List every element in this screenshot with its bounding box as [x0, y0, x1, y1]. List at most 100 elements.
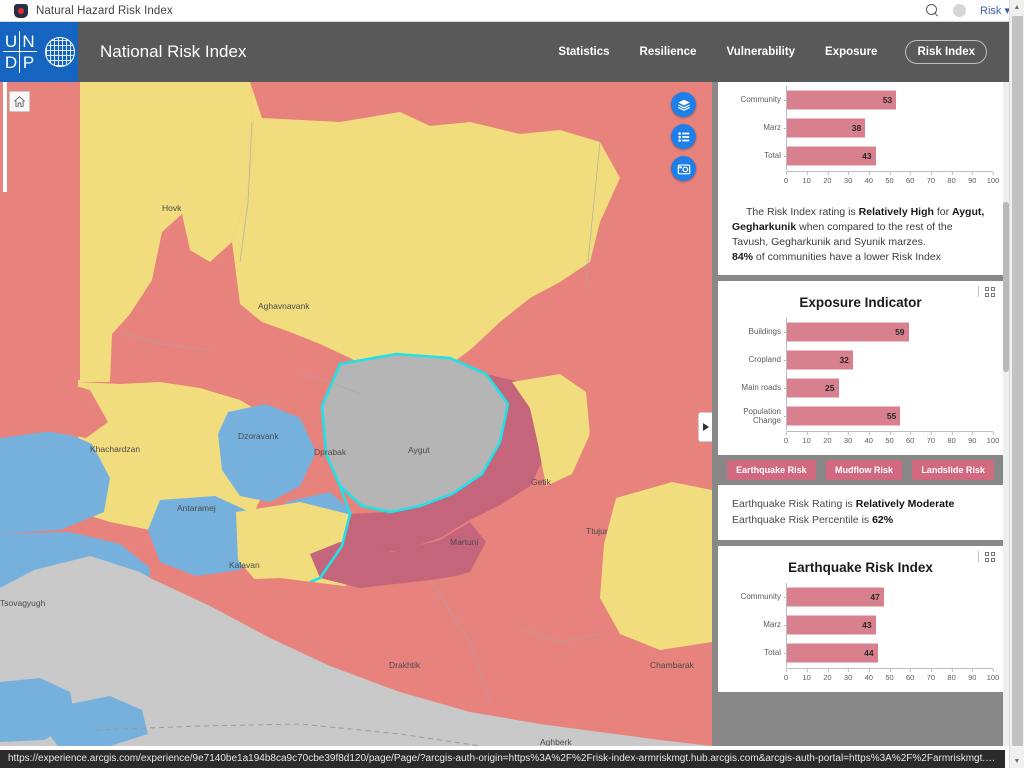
search-icon[interactable] — [926, 4, 939, 17]
axis-tick-label: 60 — [906, 432, 914, 445]
nav-item-statistics[interactable]: Statistics — [556, 41, 611, 63]
earthquake-chart-title: Earthquake Risk Index — [718, 546, 1003, 579]
bar-category-label: Community — [728, 95, 786, 105]
bar-fill[interactable] — [787, 588, 884, 607]
axis-tick-label: 40 — [865, 432, 873, 445]
legend-icon[interactable] — [671, 124, 696, 149]
map-edge-strip — [3, 82, 7, 192]
axis-tick-label: 20 — [823, 669, 831, 682]
axis-tick-label: 50 — [885, 432, 893, 445]
expand-grid-icon[interactable] — [985, 552, 995, 562]
bar-row: Main roads25 — [728, 374, 993, 402]
risk-index-narrative: The Risk Index rating is Relatively High… — [718, 193, 1003, 275]
nav-item-exposure[interactable]: Exposure — [823, 41, 879, 63]
risk-summary-line-1: Earthquake Risk Rating is Relatively Mod… — [732, 496, 989, 512]
bar-value-label: 38 — [852, 123, 865, 133]
axis-tick-label: 80 — [947, 432, 955, 445]
bar-value-label: 47 — [870, 592, 883, 602]
bar-value-label: 59 — [895, 327, 908, 337]
axis-tick-label: 10 — [803, 669, 811, 682]
axis-tick-label: 10 — [803, 172, 811, 185]
scroll-down-icon[interactable]: ▼ — [1010, 754, 1024, 768]
axis-tick-label: 70 — [927, 432, 935, 445]
tool-divider — [978, 286, 979, 297]
axis-tick-label: 90 — [968, 432, 976, 445]
bar-category-label: Total — [728, 648, 786, 658]
axis-tick-label: 100 — [987, 172, 1000, 185]
risk-index-chart-card: Community53Marz38Total43 010203040506070… — [718, 82, 1003, 193]
bar-track: 55 — [786, 402, 993, 430]
exposure-indicator-chart: Buildings59Cropland32Main roads25Populat… — [718, 314, 1003, 449]
narrative-line-1: The Risk Index rating is Relatively High… — [732, 205, 989, 250]
bar-category-label: Main roads — [728, 383, 786, 393]
axis-tick-label: 50 — [885, 669, 893, 682]
bar-track: 44 — [786, 639, 993, 667]
profile-menu[interactable]: Risk ▾ — [980, 4, 1010, 17]
landslide-risk-button[interactable]: Landslide Risk — [912, 460, 994, 480]
basemap-icon[interactable] — [671, 156, 696, 181]
page-scrollbar[interactable]: ▲ ▼ — [1009, 0, 1024, 768]
axis-tick-label: 30 — [844, 669, 852, 682]
bar-row: Marz38 — [728, 114, 993, 142]
axis-tick-label: 20 — [823, 172, 831, 185]
bar-category-label: Community — [728, 592, 786, 602]
earthquake-bars: Community47Marz43Total44 — [728, 583, 993, 667]
home-icon[interactable] — [9, 91, 30, 112]
earthquake-risk-button[interactable]: Earthquake Risk — [727, 460, 816, 480]
narrative-rating: Relatively High — [859, 206, 934, 218]
bar-fill[interactable] — [787, 323, 909, 342]
scrollbar-thumb[interactable] — [1012, 16, 1023, 746]
bar-value-label: 32 — [839, 355, 852, 365]
scroll-up-icon[interactable]: ▲ — [1010, 0, 1024, 14]
bar-category-label: Total — [728, 151, 786, 161]
logo-letter-u: U — [3, 31, 20, 52]
risk-percentile-value: 62% — [872, 514, 893, 526]
nav-item-risk-index[interactable]: Risk Index — [905, 40, 987, 64]
bar-track: 38 — [786, 114, 993, 142]
bar-row: Community53 — [728, 86, 993, 114]
logo-letter-d: D — [3, 52, 20, 73]
narrative-mid: for — [934, 206, 952, 218]
chevron-right-icon — [703, 423, 709, 431]
risk-rating-pre: Earthquake Risk Rating is — [732, 498, 856, 510]
bar-row: Community 47 — [728, 583, 993, 611]
narrative-percentile-post: of communities have a lower Risk Index — [753, 251, 941, 263]
earthquake-card-tools — [978, 551, 995, 562]
bar-track: 43 — [786, 611, 993, 639]
bar-track: 32 — [786, 346, 993, 374]
bar-track: 25 — [786, 374, 993, 402]
bar-track: 47 — [786, 583, 993, 611]
map-canvas[interactable]: HovkAghavnavankKhachardzanDzoravankDprab… — [0, 82, 712, 746]
bar-fill[interactable] — [787, 91, 896, 110]
bar-row: Population Change55 — [728, 402, 993, 430]
bar-row: Total44 — [728, 639, 993, 667]
favicon-shield-icon — [14, 4, 28, 18]
mudflow-risk-button[interactable]: Mudflow Risk — [826, 460, 902, 480]
panel-collapse-toggle[interactable] — [698, 412, 712, 442]
earthquake-risk-summary: Earthquake Risk Rating is Relatively Mod… — [718, 485, 1003, 540]
axis-tick-label: 40 — [865, 172, 873, 185]
expand-grid-icon[interactable] — [985, 287, 995, 297]
page-title: National Risk Index — [100, 22, 246, 82]
axis-tick-label: 70 — [927, 172, 935, 185]
avatar[interactable] — [953, 4, 966, 17]
un-globe-icon — [45, 37, 75, 67]
nav-item-resilience[interactable]: Resilience — [638, 41, 699, 63]
narrative-pre: The Risk Index rating is — [746, 206, 859, 218]
risk-index-axis: 0102030405060708090100 — [728, 171, 993, 187]
nav-item-vulnerability[interactable]: Vulnerability — [724, 41, 797, 63]
axis-tick-label: 80 — [947, 669, 955, 682]
bar-row: Total43 — [728, 142, 993, 170]
bar-fill[interactable] — [787, 407, 900, 426]
browser-toolbar-right: Risk ▾ — [926, 4, 1010, 17]
map-polygons — [0, 82, 712, 746]
undp-letters: U N D P — [3, 31, 37, 73]
axis-tick-label: 0 — [784, 432, 788, 445]
risk-percentile-pre: Earthquake Risk Percentile is — [732, 514, 872, 526]
browser-tab-title[interactable]: Natural Hazard Risk Index — [36, 5, 173, 17]
bar-track: 53 — [786, 86, 993, 114]
exposure-card-tools — [978, 286, 995, 297]
axis-tick-label: 0 — [784, 172, 788, 185]
layers-icon[interactable] — [671, 92, 696, 117]
exposure-axis: 0102030405060708090100 — [728, 431, 993, 447]
